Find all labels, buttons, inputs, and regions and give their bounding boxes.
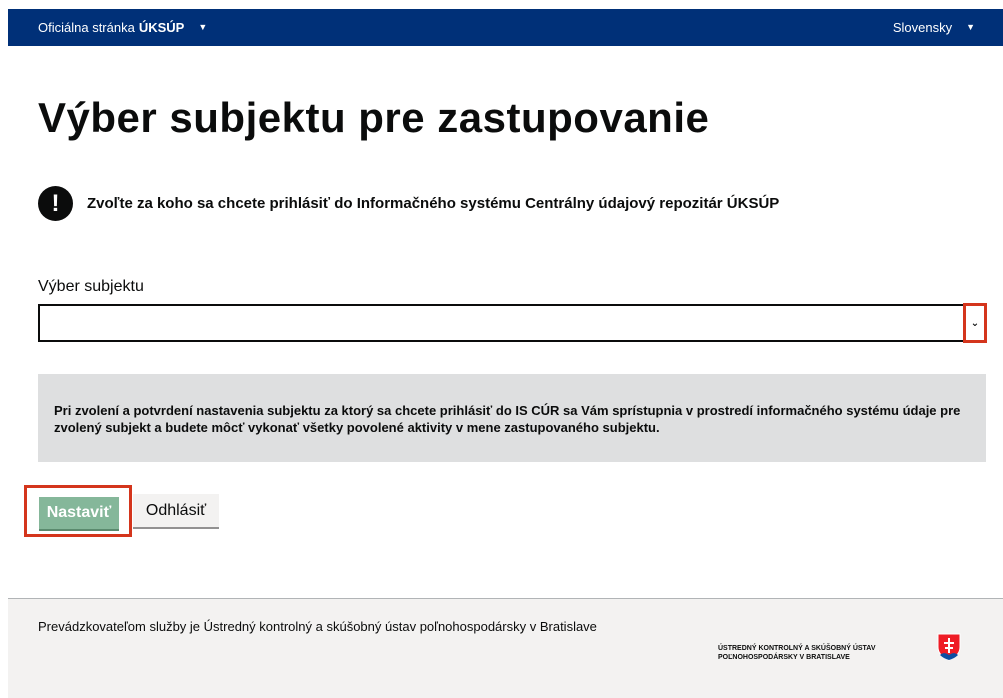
footer: Prevádzkovateľom služby je Ústredný kont… [8, 598, 1003, 698]
page-title: Výber subjektu pre zastupovanie [38, 94, 710, 141]
footer-operator-text: Prevádzkovateľom služby je Ústredný kont… [38, 619, 597, 634]
info-panel: Pri zvolení a potvrdení nastavenia subje… [38, 374, 986, 462]
footer-org-name: ÚSTREDNÝ KONTROLNÝ A SKÚŠOBNÝ ÚSTAV POĽN… [718, 644, 876, 662]
slovak-coat-of-arms-icon [937, 633, 961, 661]
language-selector[interactable]: Slovensky ▼ [893, 20, 975, 35]
logout-button[interactable]: Odhlásiť [133, 494, 219, 527]
official-site-text: Oficiálna stránka [38, 20, 135, 35]
caret-down-icon: ▼ [966, 21, 975, 32]
info-text: Pri zvolení a potvrdení nastavenia subje… [54, 403, 961, 435]
warning-text: Zvoľte za koho sa chcete prihlásiť do In… [87, 195, 780, 212]
set-button[interactable]: Nastaviť [39, 497, 119, 529]
language-label: Slovensky [892, 20, 953, 35]
warning-notice: ! Zvoľte za koho sa chcete prihlásiť do … [38, 186, 779, 221]
exclamation-icon: ! [38, 186, 73, 221]
top-bar: Oficiálna stránka ÚKSÚP ▼ Slovensky ▼ [8, 9, 1003, 46]
subject-select[interactable]: ⌄ [38, 303, 987, 343]
official-site-menu[interactable]: Oficiálna stránka ÚKSÚP ▼ [38, 20, 207, 35]
brand-name: ÚKSÚP [138, 20, 185, 35]
subject-select-label: Výber subjektu [38, 278, 144, 295]
footer-org-line1: ÚSTREDNÝ KONTROLNÝ A SKÚŠOBNÝ ÚSTAV [718, 645, 876, 652]
caret-down-icon: ▼ [198, 21, 208, 32]
footer-org-line2: POĽNOHOSPODÁRSKY V BRATISLAVE [718, 654, 850, 661]
chevron-down-icon[interactable]: ⌄ [963, 303, 987, 343]
set-button-highlight: Nastaviť [24, 485, 132, 537]
